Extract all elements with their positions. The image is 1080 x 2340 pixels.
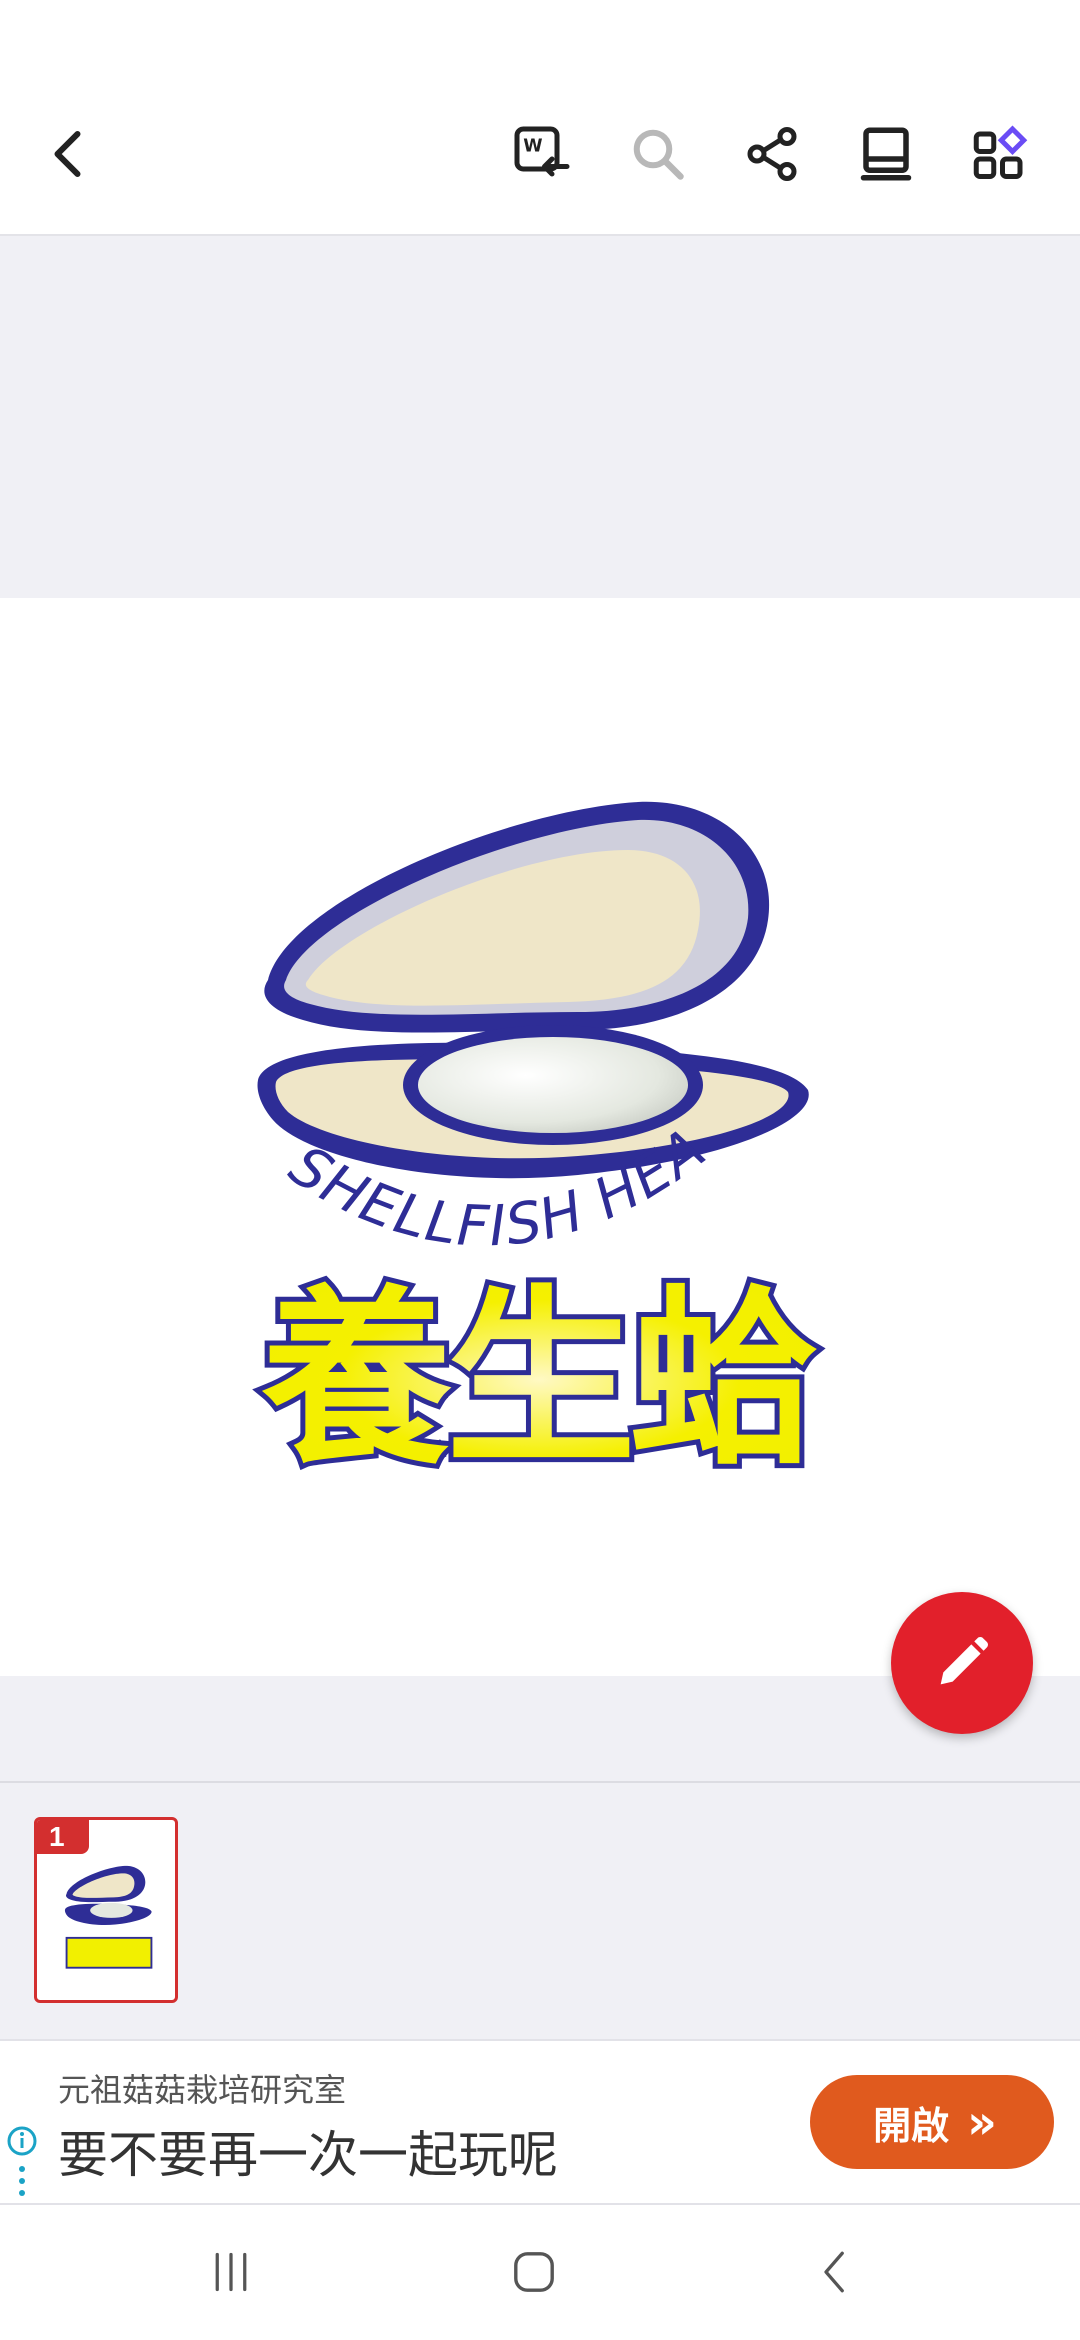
page-number-badge: 1	[37, 1820, 89, 1854]
back-icon[interactable]	[791, 2237, 881, 2307]
home-icon[interactable]	[489, 2237, 579, 2307]
convert-to-word-icon[interactable]: W	[506, 118, 578, 190]
recent-apps-icon[interactable]	[186, 2237, 276, 2307]
ad-banner[interactable]: 元祖菇菇栽培研究室 要不要再一次一起玩呢 開啟 »	[0, 2039, 1080, 2205]
page-thumbnails-strip: 1	[0, 1781, 1080, 2039]
svg-text:W: W	[523, 137, 542, 157]
double-chevron-right-icon: »	[967, 2095, 997, 2149]
ad-advertiser-name: 元祖菇菇栽培研究室	[58, 2071, 347, 2109]
chevron-left-icon[interactable]	[34, 118, 106, 190]
pencil-icon	[940, 1637, 988, 1685]
search-icon[interactable]	[622, 118, 694, 190]
shellfish-health-logo: SHELLFISH HEALTH 養生蛤	[248, 790, 828, 1490]
system-navigation-bar	[0, 2205, 1080, 2340]
svg-text:養生蛤: 養生蛤	[261, 1269, 817, 1490]
ad-info-icon[interactable]	[6, 2125, 38, 2205]
page-thumbnail[interactable]: 1	[34, 1817, 178, 2003]
top-toolbar: W	[0, 0, 1080, 236]
share-icon[interactable]	[736, 118, 808, 190]
edit-fab-button[interactable]	[891, 1592, 1033, 1734]
thumbnail-logo-image	[64, 1865, 153, 1969]
book-icon[interactable]	[850, 118, 922, 190]
ad-headline: 要不要再一次一起玩呢	[58, 2126, 558, 2184]
ad-open-button-label: 開啟	[873, 2103, 950, 2148]
apps-icon[interactable]	[964, 118, 1036, 190]
ad-open-button[interactable]: 開啟 »	[810, 2075, 1054, 2169]
